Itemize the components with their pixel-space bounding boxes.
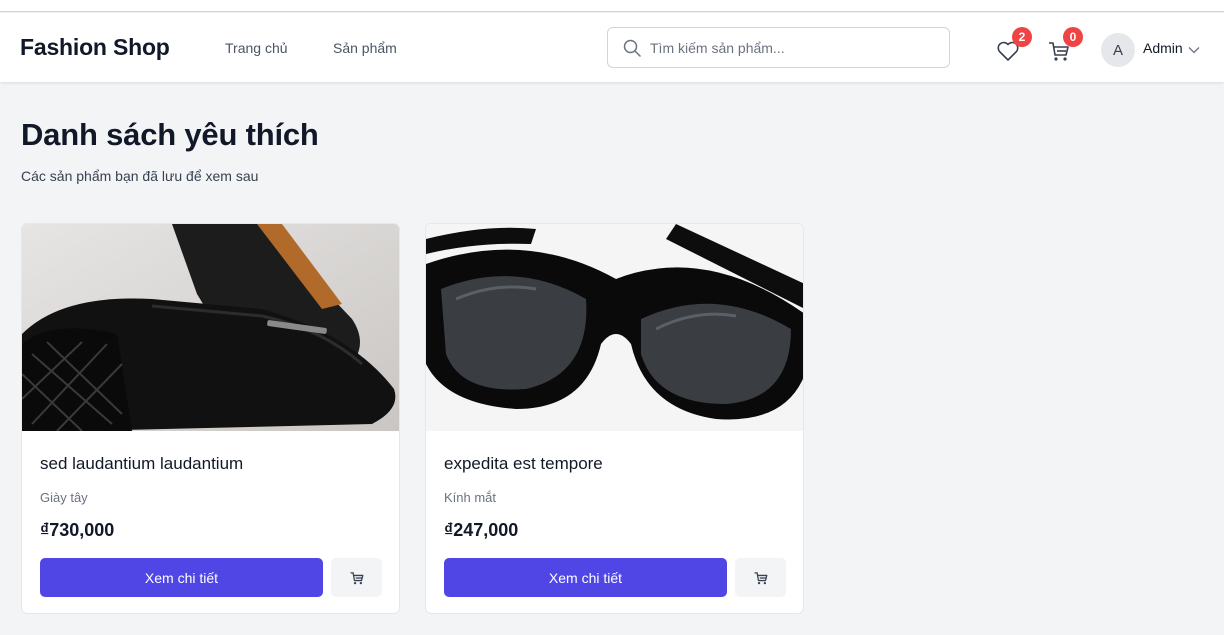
browser-top-strip (0, 0, 1224, 12)
add-to-cart-button[interactable] (735, 558, 786, 597)
cart-icon (754, 571, 767, 584)
chevron-down-icon[interactable] (1188, 46, 1200, 54)
cart-button[interactable]: 0 (1045, 27, 1083, 65)
page-subtitle: Các sản phẩm bạn đã lưu để xem sau (21, 168, 259, 184)
wishlist-button[interactable]: 2 (994, 27, 1032, 65)
product-category: Kính mắt (444, 490, 497, 505)
search-input[interactable] (650, 39, 940, 56)
page-title: Danh sách yêu thích (21, 117, 319, 152)
product-card: expedita est tempore Kính mắt ₫247,000 X… (425, 223, 804, 614)
product-name[interactable]: sed laudantium laudantium (40, 454, 243, 474)
search-box[interactable] (607, 27, 950, 68)
product-name[interactable]: expedita est tempore (444, 454, 603, 474)
product-image-sunglasses[interactable] (426, 224, 804, 431)
nav-link-products[interactable]: Sản phẩm (333, 40, 397, 56)
cart-count-badge: 0 (1063, 27, 1083, 47)
wishlist-count-badge: 2 (1012, 27, 1032, 47)
nav-link-home[interactable]: Trang chủ (225, 40, 288, 56)
product-card: sed laudantium laudantium Giày tây ₫730,… (21, 223, 400, 614)
product-price: ₫730,000 (40, 520, 115, 540)
view-details-button[interactable]: Xem chi tiết (40, 558, 323, 597)
product-category: Giày tây (40, 490, 88, 505)
product-price: ₫247,000 (444, 520, 519, 540)
user-menu-label[interactable]: Admin (1143, 40, 1183, 56)
add-to-cart-button[interactable] (331, 558, 382, 597)
search-icon (623, 39, 641, 57)
brand-logo[interactable]: Fashion Shop (20, 34, 170, 61)
user-avatar[interactable]: A (1101, 33, 1135, 67)
view-details-button[interactable]: Xem chi tiết (444, 558, 727, 597)
navbar: Fashion Shop Trang chủ Sản phẩm 2 0 A Ad… (0, 13, 1224, 82)
product-image-shoe[interactable] (22, 224, 400, 431)
cart-icon (350, 571, 363, 584)
